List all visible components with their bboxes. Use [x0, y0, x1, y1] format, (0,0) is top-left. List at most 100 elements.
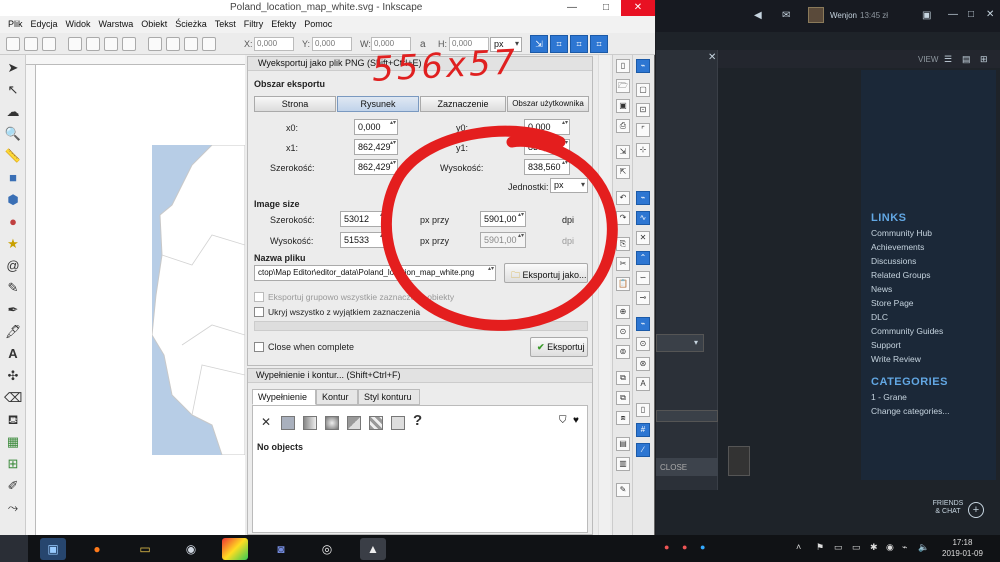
tray-chrome-icon[interactable]: ●: [700, 542, 705, 552]
menu-object[interactable]: Obiekt: [137, 16, 171, 33]
menu-help[interactable]: Pomoc: [300, 16, 336, 33]
menu-text[interactable]: Tekst: [211, 16, 240, 33]
group-icon[interactable]: ▤: [616, 437, 630, 451]
obs-icon[interactable]: ◎: [314, 538, 340, 560]
snap-guide-icon[interactable]: ∕: [636, 443, 650, 457]
snap-bbox-edge-icon[interactable]: ⊡: [636, 103, 650, 117]
unlink-clone-icon[interactable]: ⧈: [616, 411, 630, 425]
inkscape-app-icon[interactable]: ▲: [360, 538, 386, 560]
tray-app-icon[interactable]: ●: [682, 542, 687, 552]
snap-cusp-nodes-icon[interactable]: ⌃: [636, 251, 650, 265]
mesh-gradient-icon[interactable]: [347, 416, 361, 430]
area-page-button[interactable]: Strona: [254, 96, 336, 112]
tray-flag-icon[interactable]: ⚑: [816, 542, 824, 553]
snap-intersections-icon[interactable]: ✕: [636, 231, 650, 245]
snap-bbox-midpoint-icon[interactable]: ⊹: [636, 143, 650, 157]
text-tool-icon[interactable]: A: [4, 345, 22, 363]
link-community-hub[interactable]: Community Hub: [871, 228, 932, 238]
tray-network-icon[interactable]: ▭: [852, 542, 861, 553]
select-all-layers-icon[interactable]: [24, 37, 38, 51]
snap-enable-icon[interactable]: ⌁: [636, 59, 650, 73]
tray-opera-icon[interactable]: ●: [664, 542, 669, 552]
area-drawing-button[interactable]: Rysunek: [337, 96, 419, 112]
connector-tool-icon[interactable]: ⤳: [4, 499, 22, 517]
radial-gradient-icon[interactable]: [325, 416, 339, 430]
steam-close-button[interactable]: ✕: [986, 9, 994, 20]
bucket-tool-icon[interactable]: ⛾: [4, 411, 22, 429]
move-patterns-icon[interactable]: ⌗: [590, 35, 608, 53]
export-button[interactable]: ✔ Eksportuj: [530, 337, 588, 357]
drawing-canvas[interactable]: [36, 65, 245, 535]
scale-stroke-icon[interactable]: ⇲: [530, 35, 548, 53]
rotate-cw-icon[interactable]: [86, 37, 100, 51]
scale-corners-icon[interactable]: ⌗: [550, 35, 568, 53]
flat-color-icon[interactable]: [281, 416, 295, 430]
spray-tool-icon[interactable]: ✣: [4, 367, 22, 385]
steam-announce-icon[interactable]: ◀: [754, 10, 762, 21]
spiral-tool-icon[interactable]: @: [4, 257, 22, 275]
popup-close-icon[interactable]: ✕: [708, 52, 716, 63]
gradient-tool-icon[interactable]: ▦: [4, 433, 22, 451]
inkscape-icon[interactable]: ▣: [40, 538, 66, 560]
fill-stroke-header[interactable]: Wypełnienie i kontur... (Shift+Ctrl+F): [248, 369, 592, 383]
menu-layer[interactable]: Warstwa: [95, 16, 138, 33]
friends-chat-button[interactable]: FRIENDS & CHAT: [926, 500, 970, 516]
grid-view-icon[interactable]: ⊞: [980, 54, 988, 65]
menu-extensions[interactable]: Efekty: [267, 16, 300, 33]
y-field[interactable]: 0,000: [312, 37, 352, 51]
minimize-button[interactable]: —: [555, 0, 589, 16]
popup-input[interactable]: [656, 410, 718, 422]
flip-vertical-icon[interactable]: [122, 37, 136, 51]
tab-stroke-style[interactable]: Styl konturu: [358, 389, 420, 405]
link-achievements[interactable]: Achievements: [871, 242, 924, 252]
volume-icon[interactable]: 🔈: [918, 542, 929, 553]
category-grane[interactable]: 1 - Grane: [871, 392, 907, 402]
x-field[interactable]: 0,000: [254, 37, 294, 51]
steam-picture-icon[interactable]: ▣: [922, 10, 931, 21]
select-tool-icon[interactable]: ➤: [4, 59, 22, 77]
menu-edit[interactable]: Edycja: [27, 16, 62, 33]
deselect-icon[interactable]: [42, 37, 56, 51]
game-thumbnail[interactable]: [728, 446, 750, 476]
explorer-icon[interactable]: ▭: [132, 538, 158, 560]
snap-bbox-corner-icon[interactable]: ⌜: [636, 123, 650, 137]
steam-username[interactable]: Wenjon: [830, 11, 857, 20]
tab-stroke[interactable]: Kontur: [316, 389, 358, 405]
3d-box-tool-icon[interactable]: ⬢: [4, 191, 22, 209]
list-view-icon[interactable]: ☰: [944, 54, 952, 65]
maximize-button[interactable]: □: [589, 0, 623, 16]
pen-tool-icon[interactable]: ✒: [4, 301, 22, 319]
area-custom-button[interactable]: Obszar użytkownika: [507, 96, 589, 112]
fill-rule-evenodd-icon[interactable]: ⛉: [559, 415, 567, 426]
close-button[interactable]: ✕: [621, 0, 655, 16]
swatch-icon[interactable]: [391, 416, 405, 430]
clock[interactable]: 17:18 2019-01-09: [942, 537, 983, 559]
firefox-icon[interactable]: ●: [84, 538, 110, 560]
link-support[interactable]: Support: [871, 340, 901, 350]
steam-icon[interactable]: ◉: [178, 538, 204, 560]
zoom-tool-icon[interactable]: 🔍: [4, 125, 22, 143]
snap-centers-icon[interactable]: ⊙: [636, 337, 650, 351]
menu-filters[interactable]: Filtry: [240, 16, 268, 33]
tab-fill[interactable]: Wypełnienie: [252, 389, 316, 405]
new-document-icon[interactable]: ▯: [616, 59, 630, 73]
save-icon[interactable]: ▣: [616, 99, 630, 113]
raise-to-top-icon[interactable]: [148, 37, 162, 51]
move-gradients-icon[interactable]: ⌗: [570, 35, 588, 53]
ellipse-tool-icon[interactable]: ●: [4, 213, 22, 231]
open-icon[interactable]: 🗁: [616, 79, 630, 93]
raise-icon[interactable]: [166, 37, 180, 51]
pencil-tool-icon[interactable]: ✎: [4, 279, 22, 297]
view-label[interactable]: VIEW: [918, 55, 938, 64]
snap-text-baseline-icon[interactable]: A: [636, 377, 650, 391]
menu-path[interactable]: Ścieżka: [171, 16, 211, 33]
flip-horizontal-icon[interactable]: [104, 37, 118, 51]
rotate-ccw-icon[interactable]: [68, 37, 82, 51]
area-selection-button[interactable]: Zaznaczenie: [420, 96, 506, 112]
fill-stroke-icon[interactable]: ✎: [616, 483, 630, 497]
snap-midpoints-icon[interactable]: ⊸: [636, 291, 650, 305]
lower-icon[interactable]: [184, 37, 198, 51]
close-when-complete-checkbox[interactable]: [254, 342, 264, 352]
clone-icon[interactable]: ⧉: [616, 391, 630, 405]
menu-file[interactable]: Plik: [4, 16, 27, 33]
